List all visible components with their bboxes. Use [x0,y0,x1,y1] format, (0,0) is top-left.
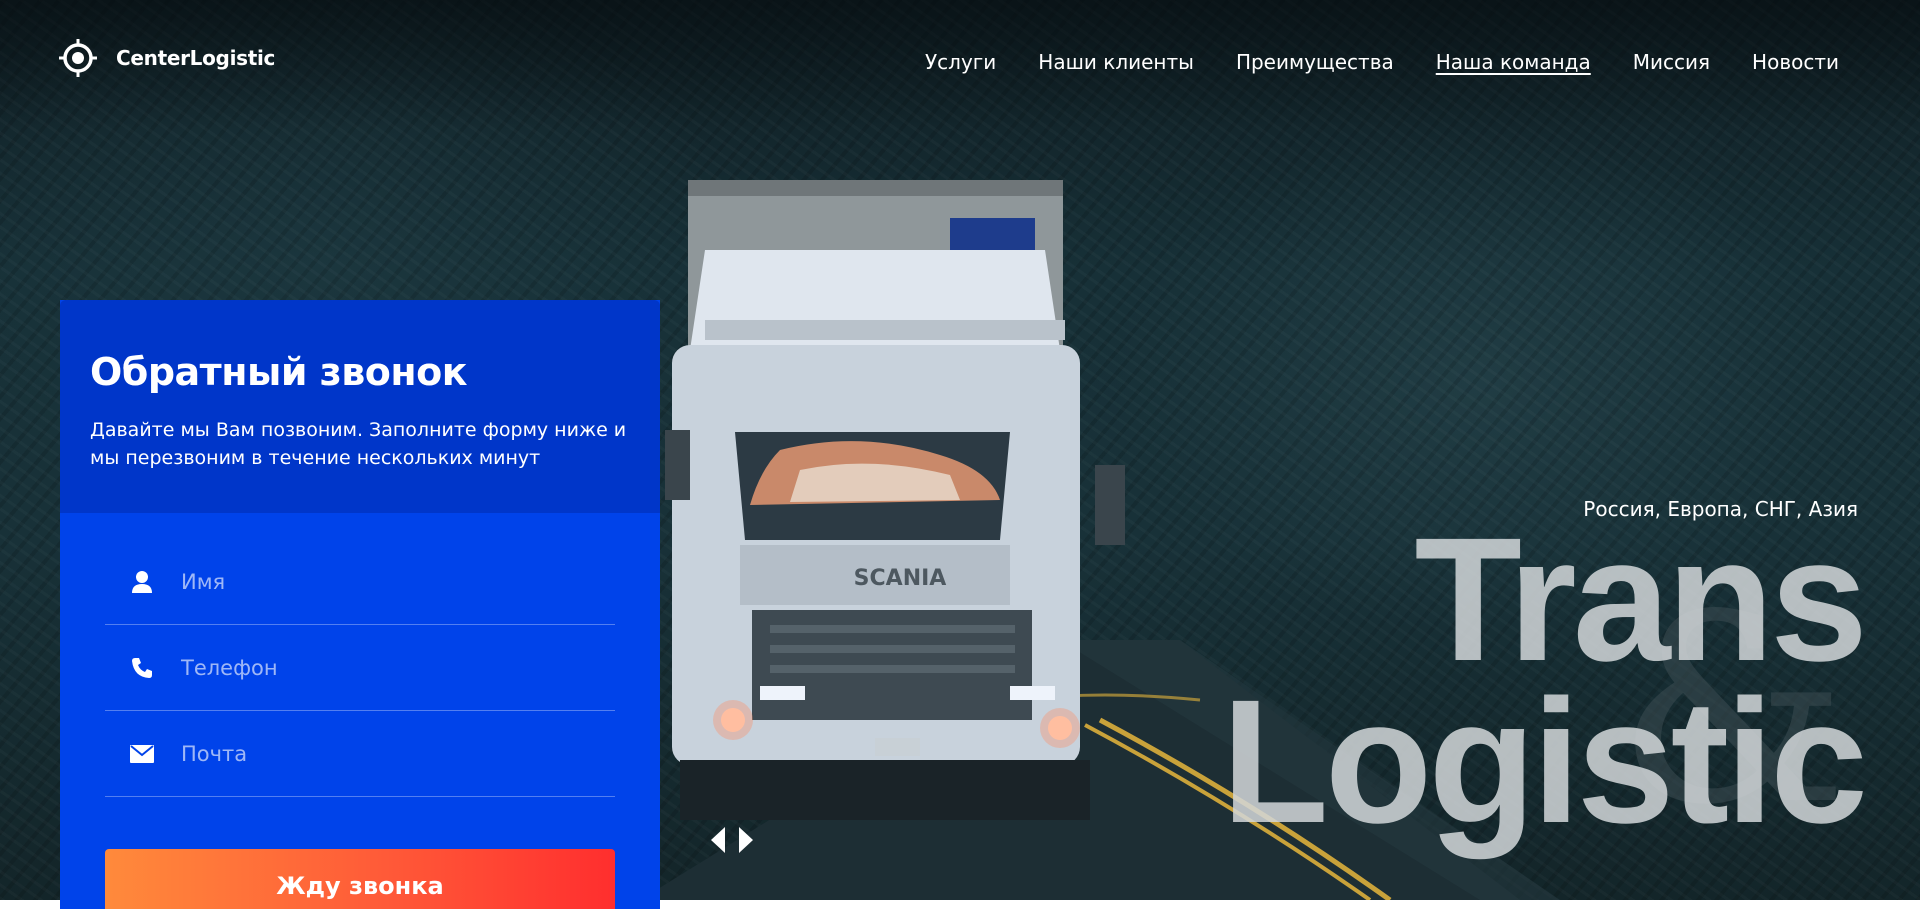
callback-form-panel: Обратный звонок Давайте мы Вам позвоним.… [60,300,660,909]
envelope-icon [127,739,157,769]
nav-item-team[interactable]: Наша команда [1436,50,1591,74]
nav-item-mission[interactable]: Миссия [1633,50,1710,74]
callback-form: Жду звонка [60,513,660,909]
target-icon [58,38,98,78]
next-slide-arrow-icon[interactable] [737,825,755,855]
nav-item-news[interactable]: Новости [1752,50,1839,74]
headline-line-1: Trans [1414,502,1868,698]
callback-subtitle: Давайте мы Вам позвоним. Заполните форму… [90,419,627,469]
phone-icon [127,653,157,683]
nav-item-advantages[interactable]: Преимущества [1236,50,1394,74]
submit-callback-button[interactable]: Жду звонка [105,849,615,909]
brand-name: CenterLogistic [116,46,276,70]
email-field-row [105,711,615,797]
nav-item-clients[interactable]: Наши клиенты [1038,50,1194,74]
headline-line-2: Logistic [1221,663,1868,860]
prev-slide-arrow-icon[interactable] [709,825,727,855]
user-icon [127,567,157,597]
name-field-row [105,539,615,625]
phone-input[interactable] [181,655,581,680]
email-input[interactable] [181,741,581,766]
hero-headline: Trans Logistic [1221,502,1868,860]
logo[interactable]: CenterLogistic [58,38,275,78]
main-nav: Услуги Наши клиенты Преимущества Наша ко… [925,50,1839,74]
nav-item-services[interactable]: Услуги [925,50,996,74]
truck-illustration: SCANIA [665,180,1125,820]
slider-controls [709,825,755,855]
truck-brand-label: SCANIA [854,566,947,591]
name-input[interactable] [181,569,581,594]
callback-header: Обратный звонок Давайте мы Вам позвоним.… [60,300,660,513]
callback-title: Обратный звонок [90,350,468,394]
phone-field-row [105,625,615,711]
